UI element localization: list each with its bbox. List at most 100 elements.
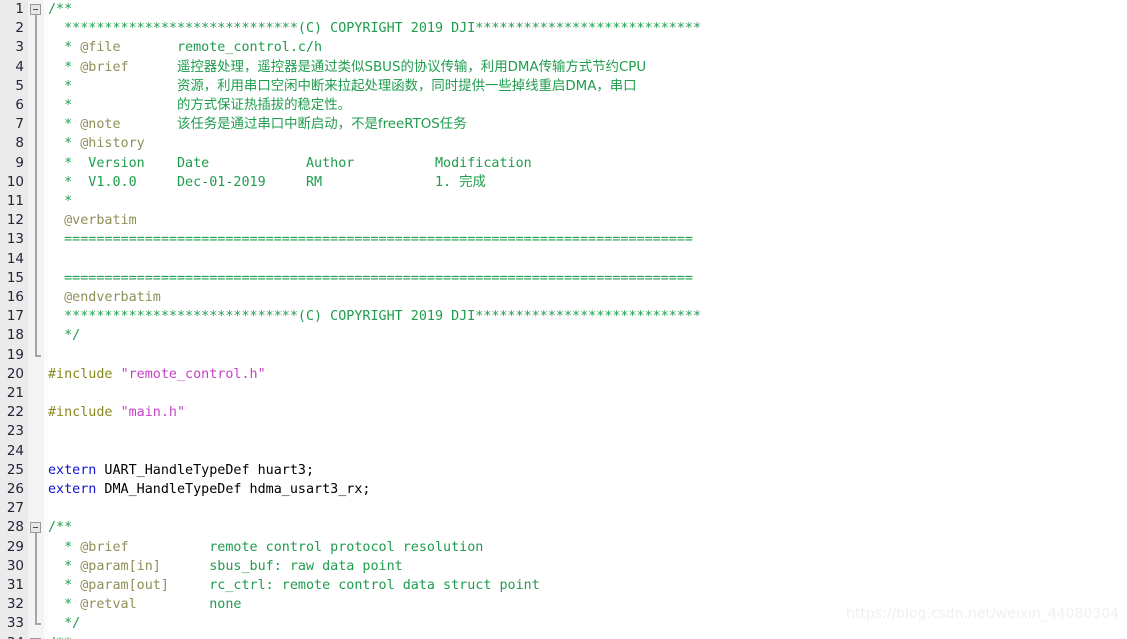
code-line[interactable]: 15 =====================================… xyxy=(0,268,1127,288)
code-text[interactable]: */ xyxy=(48,326,80,345)
fold-cell-empty xyxy=(28,461,44,480)
code-text[interactable]: * @brief remote control protocol resolut… xyxy=(48,538,483,557)
fold-guide-line-segment xyxy=(35,153,37,173)
code-line[interactable]: 5 * 资源，利用串口空闲中断来拉起处理函数，同时提供一些掉线重启DMA，串口 xyxy=(0,76,1127,96)
line-number: 18 xyxy=(6,327,24,344)
code-token-pre: #include xyxy=(48,405,121,421)
code-text[interactable]: * V1.0.0 Dec-01-2019 RM 1. 完成 xyxy=(48,173,486,192)
code-text[interactable]: * Version Date Author Modification xyxy=(48,154,532,173)
code-line[interactable]: 14 xyxy=(0,249,1127,269)
line-number: 19 xyxy=(6,346,24,363)
code-token-comment: * xyxy=(48,597,81,613)
code-token-cn: 完成 xyxy=(459,174,486,190)
code-line[interactable]: 12 @verbatim xyxy=(0,211,1127,231)
code-text[interactable]: * xyxy=(48,192,72,211)
code-text[interactable]: * @history xyxy=(48,134,145,153)
code-line[interactable]: 4 * @brief 遥控器处理，遥控器是通过类似SBUS的协议传输，利用DMA… xyxy=(0,57,1127,77)
code-text[interactable]: #include "main.h" xyxy=(48,403,185,422)
code-line[interactable]: 8 * @history xyxy=(0,134,1127,154)
code-token-comment: ========================================… xyxy=(48,232,693,248)
code-text[interactable]: @endverbatim xyxy=(48,288,161,307)
fold-cell-empty xyxy=(28,499,44,518)
code-editor[interactable]: 1 /** 2 *****************************(C) C… xyxy=(0,0,1127,639)
code-text[interactable]: * 资源，利用串口空闲中断来拉起处理函数，同时提供一些掉线重启DMA，串口 xyxy=(48,77,636,96)
fold-collapse-icon[interactable] xyxy=(28,634,44,639)
code-line[interactable]: 7 * @note 该任务是通过串口中断启动，不是freeRTOS任务 xyxy=(0,115,1127,135)
minus-box-icon[interactable] xyxy=(30,4,41,15)
line-number: 5 xyxy=(15,77,24,94)
code-line[interactable]: 20 #include "remote_control.h" xyxy=(0,365,1127,384)
code-line[interactable]: 16 @endverbatim xyxy=(0,288,1127,308)
code-token-comment: /** xyxy=(48,636,72,639)
code-line[interactable]: 28 /** xyxy=(0,518,1127,538)
code-line[interactable]: 18 */ xyxy=(0,326,1127,346)
code-token-comment: rc_ctrl: remote control data struct poin… xyxy=(168,578,540,593)
line-number: 34 xyxy=(0,634,24,639)
fold-region-end-marker xyxy=(28,614,44,633)
code-token-comment: * xyxy=(48,194,73,209)
fold-guide-line xyxy=(28,115,44,135)
code-text[interactable]: *****************************(C) COPYRIG… xyxy=(48,19,701,38)
code-line[interactable]: 17 *****************************(C) COPY… xyxy=(0,307,1127,327)
code-line[interactable]: 24 xyxy=(0,442,1127,461)
fold-guide-line-segment xyxy=(35,172,37,192)
code-text[interactable]: * @param[in] sbus_buf: raw data point xyxy=(48,557,403,576)
fold-guide-line xyxy=(28,134,44,154)
fold-collapse-icon[interactable] xyxy=(28,518,44,538)
code-token-doxytag: @retval xyxy=(80,597,137,613)
fold-cell-empty xyxy=(28,480,44,499)
fold-guide-line xyxy=(28,537,44,557)
code-text[interactable]: * @retval none xyxy=(48,595,241,614)
fold-cell-empty xyxy=(28,442,44,461)
code-text[interactable]: * @file remote_control.c/h xyxy=(48,38,322,57)
code-text[interactable]: extern DMA_HandleTypeDef hdma_usart3_rx; xyxy=(48,480,370,499)
code-text[interactable]: @verbatim xyxy=(48,211,137,230)
code-line[interactable]: 6 * 的方式保证热插拔的稳定性。 xyxy=(0,96,1127,116)
code-line[interactable]: 31 * @param[out] rc_ctrl: remote control… xyxy=(0,576,1127,596)
code-text[interactable]: */ xyxy=(48,614,80,633)
code-line[interactable]: 1 /** xyxy=(0,0,1127,20)
code-line[interactable]: 19 xyxy=(0,345,1127,365)
code-text[interactable]: ========================================… xyxy=(48,230,693,249)
code-token-comment: * xyxy=(48,59,81,75)
code-text[interactable]: /** xyxy=(48,0,72,19)
code-line[interactable]: 23 xyxy=(0,422,1127,441)
code-line[interactable]: 34 /** xyxy=(0,634,1127,639)
code-line[interactable]: 26 extern DMA_HandleTypeDef hdma_usart3_r… xyxy=(0,480,1127,499)
code-text[interactable]: /** xyxy=(48,518,72,537)
line-number: 21 xyxy=(6,385,24,401)
line-number: 11 xyxy=(6,193,24,209)
code-text[interactable]: extern UART_HandleTypeDef huart3; xyxy=(48,461,314,480)
code-token-doxytag: @brief xyxy=(80,539,129,555)
fold-guide-line-segment xyxy=(35,19,37,39)
code-text[interactable]: * 的方式保证热插拔的稳定性。 xyxy=(48,96,351,115)
code-text[interactable]: #include "remote_control.h" xyxy=(48,365,266,384)
code-line[interactable]: 3 * @file remote_control.c/h xyxy=(0,38,1127,58)
code-text[interactable]: *****************************(C) COPYRIG… xyxy=(48,307,701,326)
code-line[interactable]: 21 xyxy=(0,384,1127,403)
code-line[interactable]: 25 extern UART_HandleTypeDef huart3; xyxy=(0,461,1127,480)
fold-guide-line-segment xyxy=(35,115,37,135)
code-text[interactable]: * @note 该任务是通过串口中断启动，不是freeRTOS任务 xyxy=(48,115,466,134)
code-line[interactable]: 9 * Version Date Author Modification xyxy=(0,153,1127,173)
code-token-plain: DMA_HandleTypeDef hdma_usart3_rx; xyxy=(96,482,371,497)
code-line[interactable]: 29 * @brief remote control protocol reso… xyxy=(0,537,1127,557)
code-line[interactable]: 22 #include "main.h" xyxy=(0,403,1127,422)
minus-box-icon[interactable] xyxy=(30,522,41,534)
code-token-doxytag: @history xyxy=(80,136,145,152)
fold-collapse-icon[interactable] xyxy=(28,0,44,20)
line-number: 2 xyxy=(15,20,24,37)
code-line[interactable]: 13 =====================================… xyxy=(0,230,1127,250)
code-line[interactable]: 11 * xyxy=(0,192,1127,212)
code-line[interactable]: 10 * V1.0.0 Dec-01-2019 RM 1. 完成 xyxy=(0,172,1127,192)
code-text[interactable]: * @param[out] rc_ctrl: remote control da… xyxy=(48,576,540,595)
fold-guide-line xyxy=(28,57,44,77)
code-token-comment: * xyxy=(48,558,81,574)
code-line[interactable]: 2 *****************************(C) COPYR… xyxy=(0,19,1127,39)
code-text[interactable]: /** xyxy=(48,634,72,639)
code-text[interactable]: ========================================… xyxy=(48,269,693,288)
code-text[interactable]: * @brief 遥控器处理，遥控器是通过类似SBUS的协议传输，利用DMA传输… xyxy=(48,58,646,77)
code-line[interactable]: 30 * @param[in] sbus_buf: raw data point xyxy=(0,556,1127,576)
code-token-comment: * xyxy=(48,136,81,152)
code-line[interactable]: 27 xyxy=(0,499,1127,518)
